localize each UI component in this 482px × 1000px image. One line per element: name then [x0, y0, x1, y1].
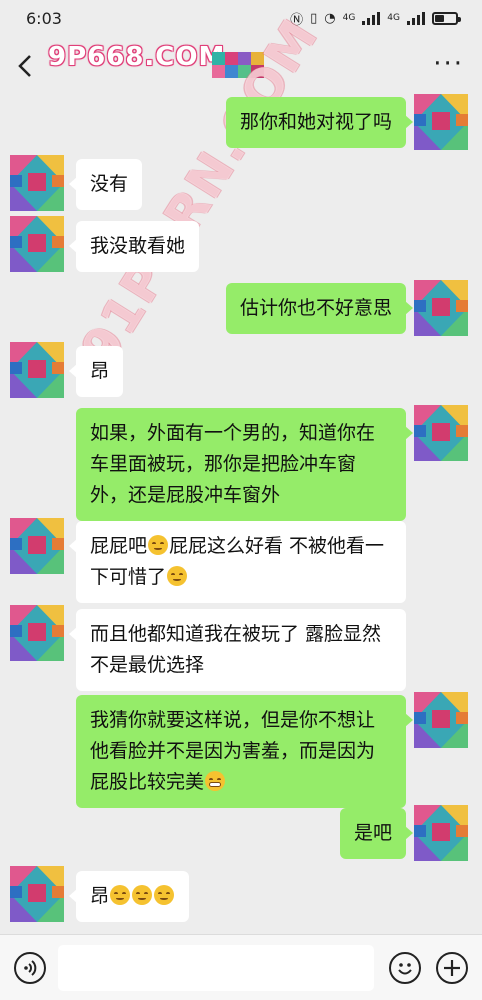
nfc-icon: Ⓝ — [290, 12, 304, 28]
contact-avatar[interactable] — [10, 216, 64, 272]
contact-avatar[interactable] — [10, 342, 64, 398]
battery-icon — [432, 11, 461, 25]
blush-emoji-icon — [110, 885, 131, 905]
my-avatar[interactable] — [414, 94, 468, 150]
my-avatar[interactable] — [414, 280, 468, 336]
signal-icon-2 — [407, 11, 425, 25]
message-bubble-incoming[interactable]: 屁屁吧 屁屁这么好看 不被他看一下可惜了 — [69, 521, 406, 603]
my-avatar[interactable] — [414, 405, 468, 461]
message-text: 昂 — [90, 885, 110, 907]
signal-icon-1 — [362, 11, 381, 25]
emoji-picker-icon[interactable] — [389, 952, 421, 984]
status-time: 6:03 — [26, 8, 62, 28]
voice-input-icon[interactable] — [14, 952, 46, 984]
message-text: 我猜你就要这样说，但是你不想让他看脸并不是因为害羞，而是因为屁股比较完美 — [90, 709, 376, 793]
blush-emoji-icon — [132, 885, 153, 905]
chat-header: 9P668.COM ··· — [0, 36, 482, 96]
contact-name-mosaic — [212, 52, 264, 78]
my-avatar[interactable] — [414, 805, 468, 861]
net-label-2: 4G — [387, 13, 400, 23]
my-avatar[interactable] — [414, 692, 468, 748]
blush-emoji-icon — [167, 566, 188, 586]
message-bubble-outgoing[interactable]: 我猜你就要这样说，但是你不想让他看脸并不是因为害羞，而是因为屁股比较完美 — [76, 695, 413, 808]
message-bubble-incoming[interactable]: 没有 — [68, 159, 143, 210]
message-bubble-incoming[interactable]: 昂 — [68, 871, 190, 922]
blush-emoji-icon — [148, 535, 169, 555]
message-text: 屁屁吧 — [90, 535, 148, 557]
contact-avatar[interactable] — [10, 605, 64, 661]
watermark-logo: 9P668.COM — [48, 42, 226, 72]
more-functions-plus-icon[interactable] — [436, 952, 468, 984]
grin-emoji-icon — [205, 771, 226, 791]
message-bubble-outgoing[interactable]: 是吧 — [339, 808, 414, 859]
status-icons: Ⓝ ▯ ◔ 4G 4G — [290, 9, 461, 28]
more-options-icon[interactable]: ··· — [433, 51, 464, 77]
blush-emoji-icon — [154, 885, 175, 905]
message-bubble-outgoing[interactable]: 如果，外面有一个男的，知道你在车里面被玩，那你是把脸冲车窗外，还是屁股冲车窗外 — [76, 408, 413, 521]
contact-avatar[interactable] — [10, 518, 64, 574]
contact-avatar[interactable] — [10, 866, 64, 922]
message-input-bar — [0, 934, 482, 1000]
message-bubble-outgoing[interactable]: 估计你也不好意思 — [225, 283, 414, 334]
status-bar: 6:03 Ⓝ ▯ ◔ 4G 4G — [0, 0, 482, 36]
message-text-input[interactable] — [58, 945, 374, 991]
message-bubble-outgoing[interactable]: 那你和她对视了吗 — [225, 97, 414, 148]
message-bubble-incoming[interactable]: 我没敢看她 — [68, 221, 200, 272]
vibrate-icon: ▯ — [310, 10, 318, 26]
back-arrow-icon[interactable] — [14, 52, 36, 80]
message-bubble-incoming[interactable]: 昂 — [68, 346, 124, 397]
message-bubble-incoming[interactable]: 而且他都知道我在被玩了 露脸显然不是最优选择 — [69, 609, 406, 691]
net-label-1: 4G — [342, 13, 356, 23]
contact-avatar[interactable] — [10, 155, 64, 211]
wifi-icon: ◔ — [324, 10, 336, 26]
